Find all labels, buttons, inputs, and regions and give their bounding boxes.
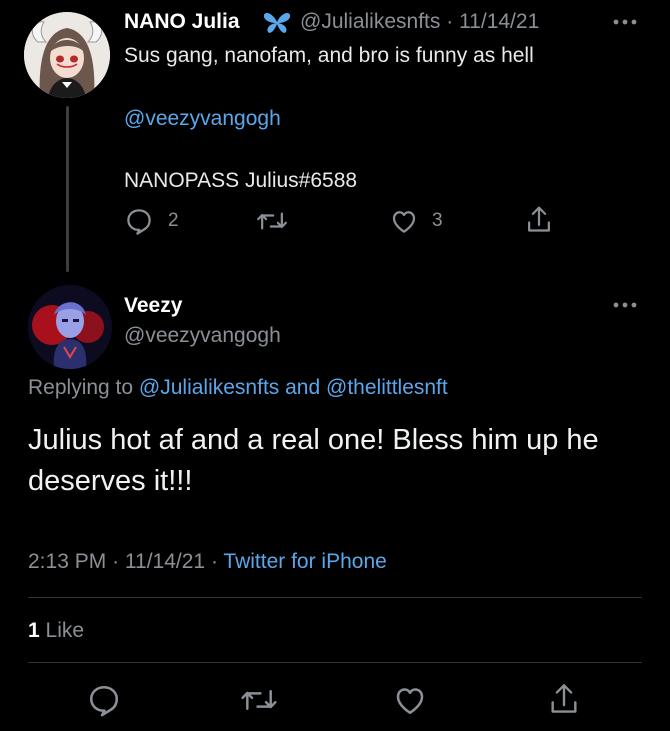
reply-icon[interactable]: [86, 682, 122, 718]
display-name[interactable]: NANO Julia: [124, 10, 240, 34]
handle-and-date: @Julialikesnfts · 11/14/21: [300, 10, 539, 34]
tweet-text-nanopass: NANOPASS Julius#6588: [124, 169, 358, 192]
likes-count: 1: [28, 619, 40, 642]
handle[interactable]: @veezyvangogh: [124, 324, 281, 348]
more-icon[interactable]: [612, 301, 638, 309]
replying-prefix: Replying to: [28, 376, 134, 399]
display-name[interactable]: Veezy: [124, 294, 182, 318]
tweet-text: Sus gang, nanofam, and bro is funny as h…: [124, 44, 534, 67]
replying-to: Replying to @Julialikesnfts and @thelitt…: [28, 376, 448, 400]
reply-icon[interactable]: [124, 206, 154, 236]
butterfly-icon: [262, 11, 292, 35]
more-icon[interactable]: [612, 18, 638, 26]
share-icon[interactable]: [524, 204, 554, 236]
separator: ·: [446, 10, 454, 33]
like-count: 3: [432, 210, 443, 231]
likes-label: Like: [45, 619, 85, 642]
replying-user-2[interactable]: @thelittlesnft: [326, 376, 448, 399]
tweet-meta: 2:13 PM · 11/14/21 · Twitter for iPhone: [28, 550, 387, 574]
reply-count: 2: [168, 210, 179, 231]
likes-summary[interactable]: 1 Like: [28, 619, 84, 643]
tweet-time: 2:13 PM: [28, 550, 107, 573]
thread-line: [66, 106, 69, 272]
replying-user-1[interactable]: @Julialikesnfts: [139, 376, 279, 399]
avatar-veezy[interactable]: [28, 285, 112, 369]
like-icon[interactable]: [389, 206, 419, 236]
handle[interactable]: @Julialikesnfts: [300, 10, 440, 33]
tweet-source[interactable]: Twitter for iPhone: [223, 550, 386, 573]
tweet-date: 11/14/21: [124, 550, 206, 573]
separator: ·: [112, 550, 120, 573]
tweet-body: Julius hot af and a real one! Bless him …: [28, 424, 599, 497]
retweet-icon[interactable]: [240, 682, 278, 718]
replying-and[interactable]: and: [285, 376, 320, 399]
divider: [28, 662, 642, 663]
like-icon[interactable]: [392, 682, 428, 718]
tweet-date[interactable]: 11/14/21: [459, 10, 539, 33]
retweet-icon[interactable]: [256, 206, 288, 236]
divider: [28, 597, 642, 598]
avatar-nano-julia[interactable]: [24, 12, 110, 98]
separator: ·: [210, 550, 218, 573]
mention-link[interactable]: @veezyvangogh: [124, 107, 281, 131]
share-icon[interactable]: [547, 681, 581, 718]
